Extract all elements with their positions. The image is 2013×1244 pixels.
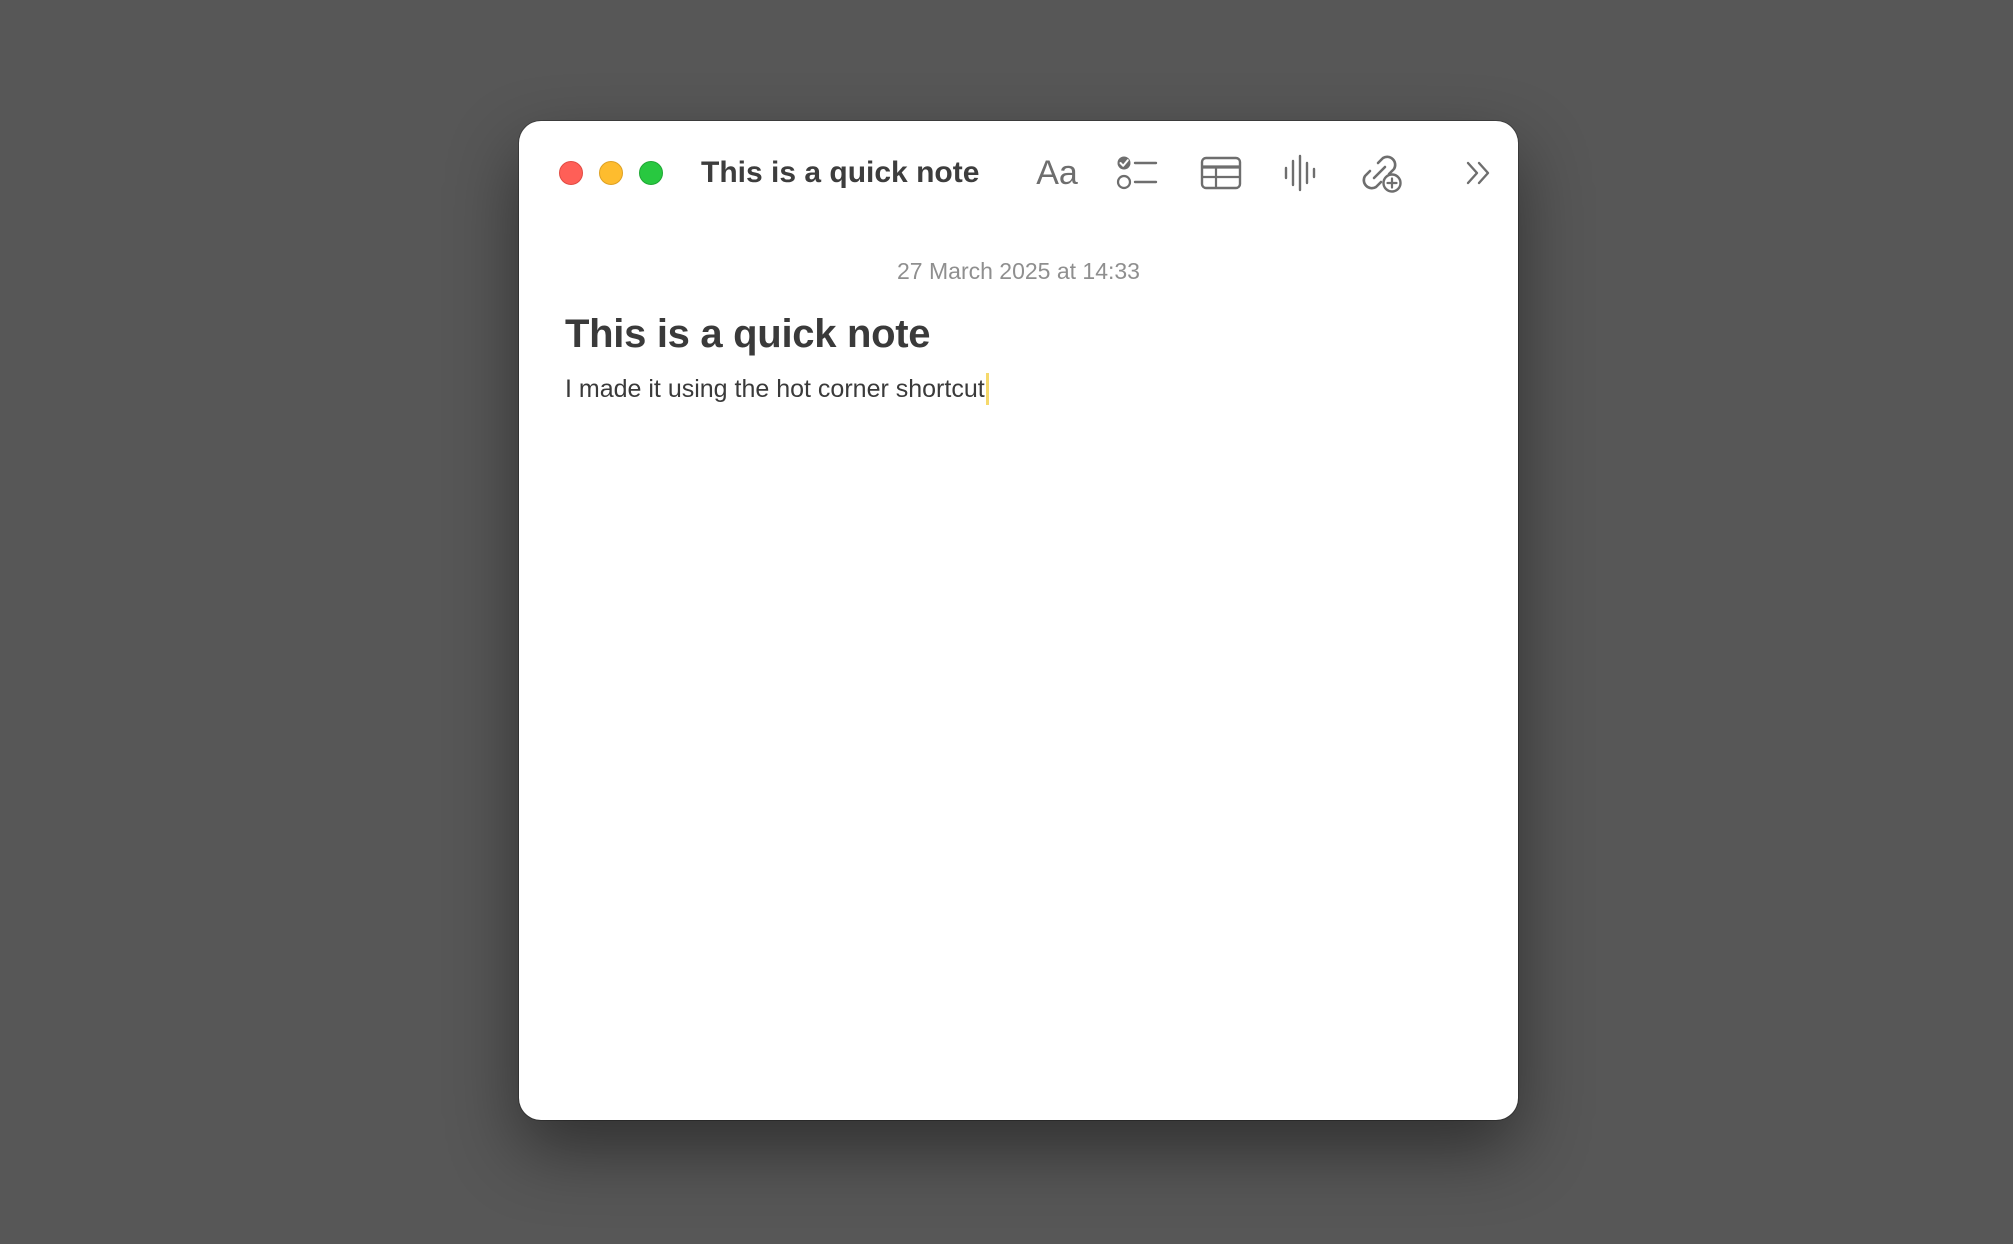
add-link-button[interactable] <box>1357 149 1405 197</box>
title-bar[interactable]: This is a quick note Aa <box>519 121 1518 225</box>
audio-button[interactable] <box>1279 149 1323 197</box>
window-title: This is a quick note <box>701 156 980 189</box>
format-button[interactable]: Aa <box>1032 149 1082 197</box>
add-link-icon <box>1359 152 1403 194</box>
table-icon <box>1200 156 1242 190</box>
zoom-button[interactable] <box>639 161 663 185</box>
checklist-button[interactable] <box>1115 149 1159 197</box>
minimize-button[interactable] <box>599 161 623 185</box>
chevron-double-right-icon <box>1464 159 1494 187</box>
note-body[interactable]: I made it using the hot corner shortcut <box>565 371 989 407</box>
text-format-icon: Aa <box>1036 154 1078 192</box>
checklist-icon <box>1116 155 1158 191</box>
note-timestamp: 27 March 2025 at 14:33 <box>897 258 1140 284</box>
note-heading[interactable]: This is a quick note <box>565 309 931 359</box>
text-caret <box>985 373 989 405</box>
note-body-text[interactable]: I made it using the hot corner shortcut <box>565 371 985 407</box>
audio-waveform-icon <box>1283 154 1319 192</box>
more-tools-button[interactable] <box>1459 149 1499 197</box>
quick-note-window: This is a quick note Aa 27 March 2025 at… <box>519 121 1518 1120</box>
close-button[interactable] <box>559 161 583 185</box>
table-button[interactable] <box>1199 149 1243 197</box>
